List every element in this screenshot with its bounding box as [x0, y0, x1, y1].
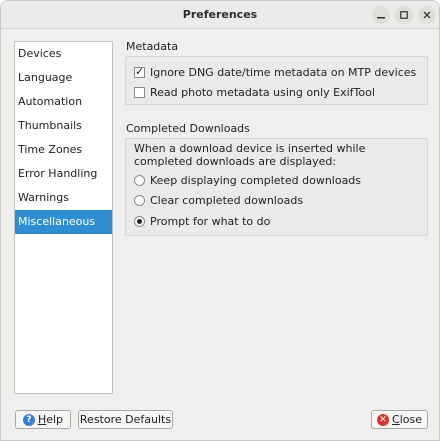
- maximize-button[interactable]: [395, 6, 413, 24]
- close-mnemonic: C: [392, 413, 400, 426]
- keep-displaying-radio[interactable]: [134, 174, 145, 186]
- clear-completed-label: Clear completed downloads: [150, 193, 304, 207]
- sidebar-item-error-handling[interactable]: Error Handling: [15, 162, 112, 186]
- completed-downloads-description: When a download device is inserted while…: [134, 142, 366, 168]
- sidebar-item-miscellaneous[interactable]: Miscellaneous: [15, 210, 112, 234]
- prompt-option[interactable]: Prompt for what to do: [134, 213, 270, 229]
- preferences-window: Preferences Devices Language Automation …: [0, 0, 440, 441]
- prompt-label: Prompt for what to do: [150, 214, 271, 228]
- clear-completed-option[interactable]: Clear completed downloads: [134, 192, 303, 208]
- exiftool-option[interactable]: Read photo metadata using only ExifTool: [134, 84, 375, 100]
- prompt-radio[interactable]: [134, 215, 145, 227]
- sidebar-item-time-zones[interactable]: Time Zones: [15, 138, 112, 162]
- sidebar-item-language[interactable]: Language: [15, 66, 112, 90]
- help-mnemonic: H: [37, 413, 47, 426]
- sidebar-item-warnings[interactable]: Warnings: [15, 186, 112, 210]
- title-bar[interactable]: Preferences: [1, 1, 439, 29]
- close-icon: ✕: [377, 413, 389, 426]
- checkmark-icon: ✓: [135, 64, 145, 78]
- help-icon: ?: [22, 413, 35, 426]
- preferences-sidebar: Devices Language Automation Thumbnails T…: [14, 41, 113, 394]
- ignore-dng-label: Ignore DNG date/time metadata on MTP dev…: [150, 65, 417, 79]
- window-close-button[interactable]: [418, 6, 436, 24]
- minimize-button[interactable]: [372, 6, 390, 24]
- sidebar-item-thumbnails[interactable]: Thumbnails: [15, 114, 112, 138]
- exiftool-label: Read photo metadata using only ExifTool: [150, 85, 375, 99]
- keep-displaying-label: Keep displaying completed downloads: [150, 173, 362, 187]
- maximize-icon: [400, 11, 408, 19]
- metadata-section-title: Metadata: [126, 40, 179, 53]
- close-x-icon: [423, 11, 431, 19]
- minimize-icon: [377, 17, 385, 19]
- keep-displaying-option[interactable]: Keep displaying completed downloads: [134, 172, 361, 188]
- help-label: elp: [46, 413, 64, 426]
- sidebar-item-automation[interactable]: Automation: [15, 90, 112, 114]
- sidebar-item-devices[interactable]: Devices: [15, 42, 112, 66]
- clear-completed-radio[interactable]: [134, 194, 145, 206]
- restore-defaults-button[interactable]: Restore Defaults: [78, 410, 173, 429]
- completed-downloads-section-title: Completed Downloads: [126, 122, 250, 135]
- close-button[interactable]: ✕ Close: [371, 410, 428, 429]
- ignore-dng-checkbox[interactable]: ✓: [134, 64, 145, 78]
- ignore-dng-option[interactable]: ✓ Ignore DNG date/time metadata on MTP d…: [134, 64, 416, 80]
- close-label: lose: [399, 413, 422, 426]
- help-button[interactable]: ? Help: [15, 410, 71, 429]
- exiftool-checkbox[interactable]: [134, 86, 145, 98]
